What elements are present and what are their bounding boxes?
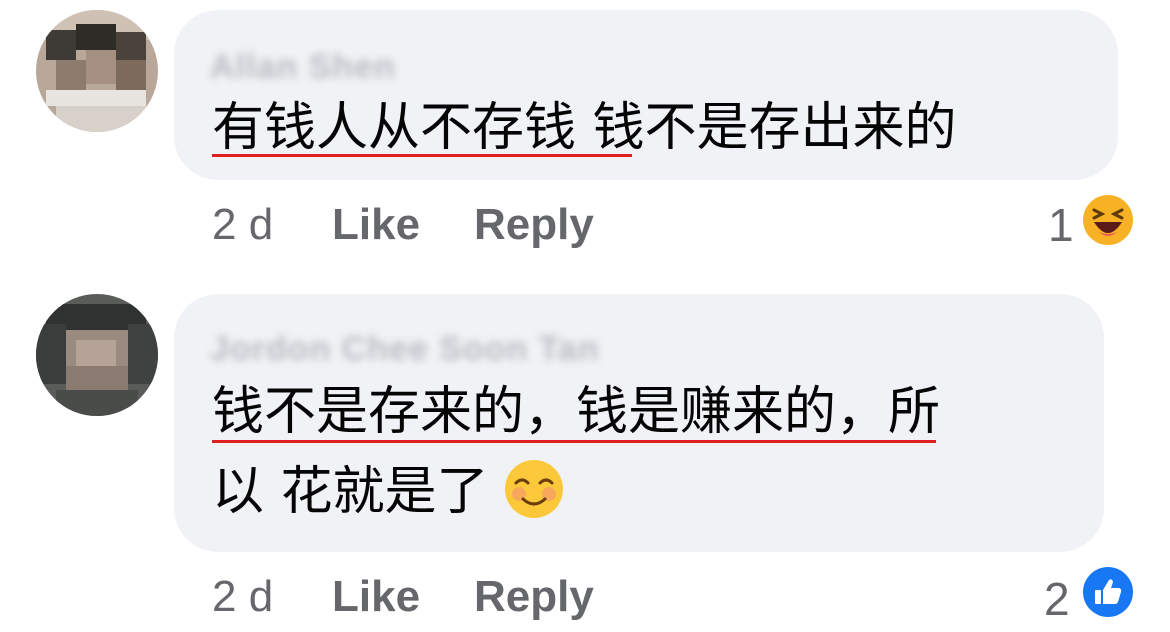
like-icon[interactable] [1082, 566, 1134, 618]
avatar[interactable] [36, 294, 158, 416]
comment-1: Allan Shen 有钱人从不存钱 钱不是存出来的 2 d Like Repl… [0, 0, 1170, 270]
haha-icon[interactable] [1082, 194, 1134, 246]
smiling-blush-emoji [504, 460, 563, 518]
comment-text-line-2: 以 花就是了 [212, 458, 565, 526]
comment-bubble: Allan Shen 有钱人从不存钱 钱不是存出来的 [174, 10, 1118, 180]
reaction-count[interactable]: 2 [1044, 572, 1070, 626]
timestamp[interactable]: 2 d [212, 200, 273, 250]
comment-bubble: Jordon Chee Soon Tan 钱不是存来的，钱是赚来的，所 以 花就… [174, 294, 1104, 552]
author-name[interactable]: Allan Shen [210, 48, 396, 87]
avatar[interactable] [36, 10, 158, 132]
red-underline [212, 440, 936, 443]
like-button[interactable]: Like [332, 200, 420, 250]
comment-text-line-2-text: 以 花就是了 [212, 462, 489, 522]
avatar-image [36, 10, 158, 132]
reply-button[interactable]: Reply [474, 572, 594, 622]
like-button[interactable]: Like [332, 572, 420, 622]
avatar-image [36, 294, 158, 416]
reaction-count[interactable]: 1 [1048, 198, 1074, 252]
comment-text-line-1: 钱不是存来的，钱是赚来的，所 [212, 382, 941, 442]
author-name[interactable]: Jordon Chee Soon Tan [210, 330, 600, 369]
comment-2: Jordon Chee Soon Tan 钱不是存来的，钱是赚来的，所 以 花就… [0, 280, 1170, 632]
timestamp[interactable]: 2 d [212, 572, 273, 622]
red-underline [212, 154, 632, 157]
reply-button[interactable]: Reply [474, 200, 594, 250]
comment-text: 有钱人从不存钱 钱不是存出来的 [212, 98, 957, 158]
